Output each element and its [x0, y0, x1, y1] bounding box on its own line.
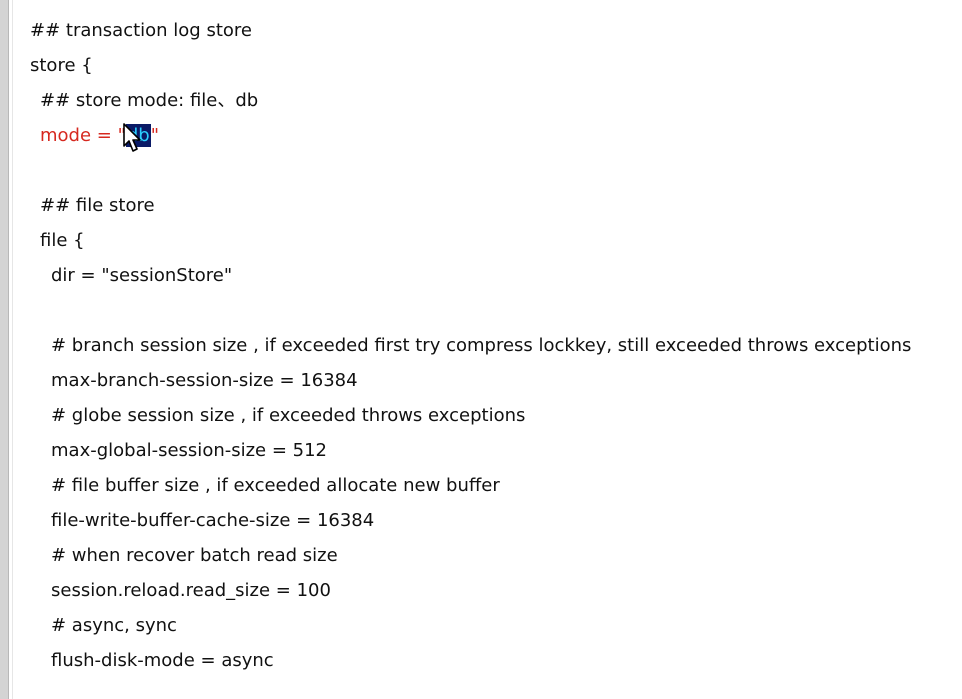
code-area[interactable]: ## transaction log store store { ## stor…: [30, 13, 962, 678]
code-line-empty[interactable]: [30, 293, 962, 328]
code-line[interactable]: # branch session size , if exceeded firs…: [30, 328, 962, 363]
text-editor[interactable]: ## transaction log store store { ## stor…: [0, 0, 962, 699]
setting-text: max-global-session-size = 512: [51, 440, 328, 461]
code-line[interactable]: ## file store: [30, 188, 962, 223]
comment-text: ## file store: [40, 195, 155, 216]
comment-text: # when recover batch read size: [51, 545, 338, 566]
code-line[interactable]: store {: [30, 48, 962, 83]
setting-text: file-write-buffer-cache-size = 16384: [51, 510, 375, 531]
code-line-empty[interactable]: [30, 153, 962, 188]
code-line[interactable]: file-write-buffer-cache-size = 16384: [30, 503, 962, 538]
code-line[interactable]: # async, sync: [30, 608, 962, 643]
mode-quote-text: ": [150, 125, 159, 146]
setting-text: dir = "sessionStore": [51, 265, 233, 286]
setting-text: session.reload.read_size = 100: [51, 580, 331, 601]
code-line-mode[interactable]: mode = "db": [30, 118, 962, 153]
code-line[interactable]: file {: [30, 223, 962, 258]
setting-text: flush-disk-mode = async: [51, 650, 274, 671]
setting-text: max-branch-session-size = 16384: [51, 370, 358, 391]
comment-text: ## store mode: file、db: [40, 90, 259, 111]
code-line[interactable]: # file buffer size , if exceeded allocat…: [30, 468, 962, 503]
code-line[interactable]: max-branch-session-size = 16384: [30, 363, 962, 398]
code-line[interactable]: flush-disk-mode = async: [30, 643, 962, 678]
code-line[interactable]: ## store mode: file、db: [30, 83, 962, 118]
block-open-text: store {: [30, 55, 93, 76]
block-open-text: file {: [40, 230, 85, 251]
selected-text[interactable]: db: [125, 124, 151, 147]
code-line[interactable]: # when recover batch read size: [30, 538, 962, 573]
code-line[interactable]: ## transaction log store: [30, 13, 962, 48]
editor-gutter: [0, 0, 9, 699]
gutter-divider: [12, 0, 13, 699]
comment-text: ## transaction log store: [30, 20, 252, 41]
comment-text: # file buffer size , if exceeded allocat…: [51, 475, 500, 496]
mode-key-text: mode = ": [40, 125, 126, 146]
comment-text: # branch session size , if exceeded firs…: [51, 335, 912, 356]
code-line[interactable]: max-global-session-size = 512: [30, 433, 962, 468]
code-line[interactable]: # globe session size , if exceeded throw…: [30, 398, 962, 433]
code-line[interactable]: dir = "sessionStore": [30, 258, 962, 293]
comment-text: # globe session size , if exceeded throw…: [51, 405, 526, 426]
comment-text: # async, sync: [51, 615, 177, 636]
code-line[interactable]: session.reload.read_size = 100: [30, 573, 962, 608]
